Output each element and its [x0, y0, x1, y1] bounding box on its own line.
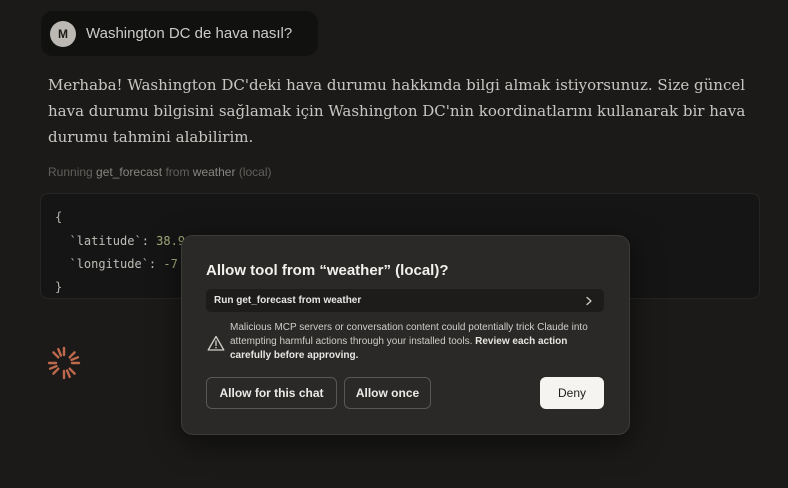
tool-permission-dialog: Allow tool from “weather” (local)? Run g…: [181, 235, 630, 435]
dialog-title: Allow tool from “weather” (local)?: [206, 262, 449, 279]
warning-message: Malicious MCP servers or conversation co…: [230, 321, 608, 363]
tool-details-label: Run get_forecast from weather: [214, 295, 362, 306]
allow-once-button[interactable]: Allow once: [344, 377, 431, 409]
tool-details-row[interactable]: Run get_forecast from weather: [206, 289, 604, 312]
allow-for-this-chat-button[interactable]: Allow for this chat: [206, 377, 337, 409]
warning-triangle-icon: [207, 335, 225, 351]
chevron-right-icon: [586, 296, 592, 305]
deny-button[interactable]: Deny: [540, 377, 604, 409]
